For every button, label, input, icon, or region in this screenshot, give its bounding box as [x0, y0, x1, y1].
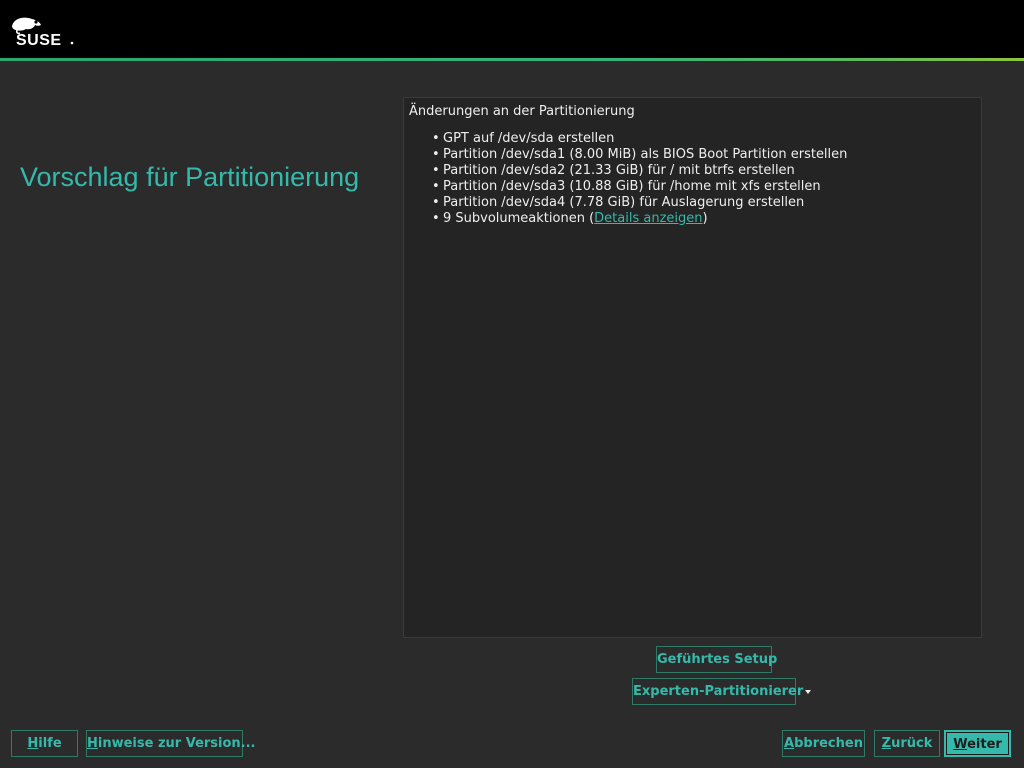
caret-down-icon [805, 689, 812, 694]
expert-partitioner-label: Experten-Partitionierer [633, 684, 804, 699]
details-link[interactable]: Details anzeigen [594, 211, 702, 226]
suse-logo: SUSE [12, 17, 74, 48]
list-item: • Partition /dev/sda2 (21.33 GiB) für / m… [432, 163, 795, 178]
list-item: • Partition /dev/sda1 (8.00 MiB) als BIOS… [432, 147, 848, 162]
summary-list: • GPT auf /dev/sda erstellen • Partition /… [432, 131, 847, 227]
back-button[interactable]: Zurück [874, 730, 940, 757]
guided-setup-label: Geführtes Setup [657, 652, 778, 667]
next-button[interactable]: Weiter [944, 730, 1011, 757]
list-item: • Partition /dev/sda4 (7.78 GiB) für Ausl… [432, 195, 805, 210]
help-label: ilfe [38, 736, 62, 751]
next-label: eiter [967, 737, 1002, 752]
list-item-text: Partition /dev/sda3 (10.88 GiB) für /hom… [443, 179, 821, 194]
list-item: • GPT auf /dev/sda erstellen [432, 131, 615, 146]
abort-button[interactable]: Abbrechen [782, 730, 865, 757]
list-item: • 9 Subvolumeaktionen (Details anzeigen) [432, 211, 708, 226]
help-button[interactable]: Hilfe [11, 730, 78, 757]
release-notes-label: inweise zur Version... [97, 736, 256, 751]
header-accent-line [0, 58, 1024, 61]
subvolume-suffix: ) [702, 211, 708, 226]
help-mnemonic: H [27, 736, 39, 751]
back-mnemonic: Z [881, 736, 892, 751]
list-item: • Partition /dev/sda3 (10.88 GiB) für /ho… [432, 179, 821, 194]
list-item-text: Partition /dev/sda4 (7.78 GiB) für Ausla… [443, 195, 805, 210]
list-item-text: Partition /dev/sda2 (21.33 GiB) für / mi… [443, 163, 795, 178]
back-label: urück [891, 736, 933, 751]
list-item-text: Partition /dev/sda1 (8.00 MiB) als BIOS … [443, 147, 848, 162]
guided-setup-button[interactable]: Geführtes Setup [656, 646, 777, 673]
release-notes-button[interactable]: Hinweise zur Version... [86, 730, 256, 757]
summary-heading: Änderungen an der Partitionierung [409, 104, 635, 119]
list-item-text: GPT auf /dev/sda erstellen [443, 131, 615, 146]
subvolume-prefix: 9 Subvolumeaktionen ( [443, 211, 595, 226]
partition-summary-panel: Änderungen an der Partitionierung • GPT a… [403, 97, 982, 638]
release-notes-mnemonic: H [87, 736, 98, 751]
next-mnemonic: W [953, 737, 968, 752]
page-title: Vorschlag für Partitionierung [20, 162, 360, 192]
top-bar: SUSE [0, 0, 1024, 58]
expert-partitioner-button[interactable]: Experten-Partitionierer [632, 678, 812, 705]
logo-text: SUSE [16, 32, 62, 48]
abort-label: bbrechen [794, 736, 863, 751]
abort-mnemonic: A [784, 736, 795, 751]
